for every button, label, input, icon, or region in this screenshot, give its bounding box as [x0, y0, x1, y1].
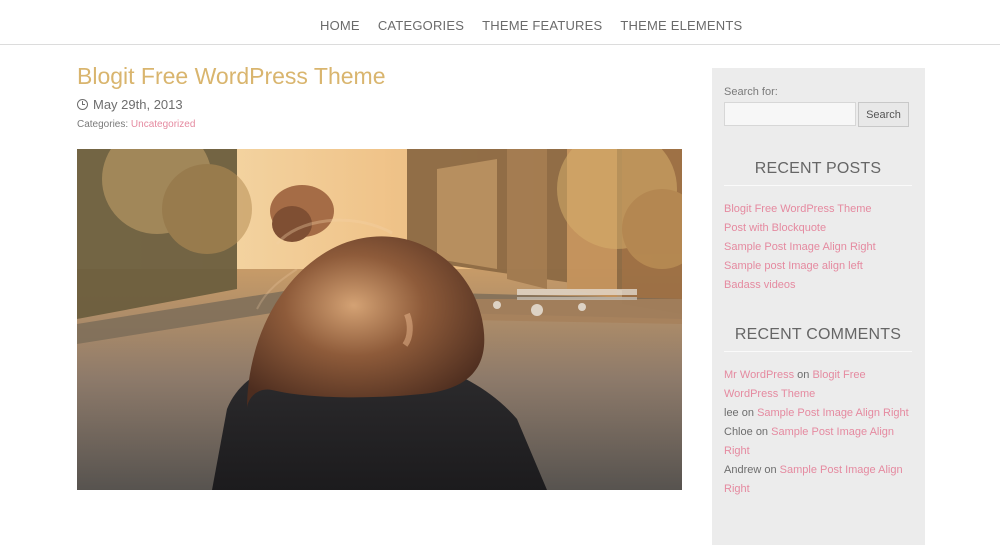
- recent-comment-item: Andrew on Sample Post Image Align Right: [724, 461, 914, 499]
- recent-comment-item: lee on Sample Post Image Align Right: [724, 404, 914, 423]
- post-date: May 29th, 2013: [77, 97, 183, 112]
- comment-author: Chloe: [724, 426, 753, 438]
- recent-comments-divider: [724, 351, 912, 352]
- post-title-link[interactable]: Blogit Free WordPress Theme: [77, 63, 386, 90]
- comment-author-link[interactable]: Mr WordPress: [724, 369, 794, 381]
- recent-comment-item: Mr WordPress on Blogit Free WordPress Th…: [724, 366, 914, 404]
- nav-item-home[interactable]: HOME: [320, 18, 360, 33]
- post-date-text: May 29th, 2013: [93, 97, 183, 112]
- search-label: Search for:: [724, 86, 778, 98]
- comment-author: lee: [724, 407, 739, 419]
- recent-posts-divider: [724, 185, 912, 186]
- sidebar: Search for: Search RECENT POSTS Blogit F…: [712, 68, 925, 545]
- featured-image-illustration: [77, 149, 682, 490]
- recent-comments-title: RECENT COMMENTS: [734, 326, 902, 343]
- recent-post-link[interactable]: Sample post Image align left: [724, 257, 876, 276]
- category-link-uncategorized[interactable]: Uncategorized: [131, 119, 195, 130]
- nav-item-theme-features[interactable]: THEME FEATURES: [482, 18, 602, 33]
- comment-on-text: on: [797, 369, 810, 381]
- categories-label: Categories:: [77, 119, 129, 130]
- recent-post-link[interactable]: Blogit Free WordPress Theme: [724, 200, 876, 219]
- post-categories: Categories: Uncategorized: [77, 119, 195, 130]
- comment-on-text: on: [741, 407, 754, 419]
- recent-post-link[interactable]: Badass videos: [724, 276, 876, 295]
- recent-post-link[interactable]: Sample Post Image Align Right: [724, 238, 876, 257]
- recent-post-link[interactable]: Post with Blockquote: [724, 219, 876, 238]
- search-button[interactable]: Search: [858, 102, 909, 127]
- nav-menu: HOME CATEGORIES THEME FEATURES THEME ELE…: [320, 18, 742, 33]
- nav-item-theme-elements[interactable]: THEME ELEMENTS: [620, 18, 742, 33]
- clock-icon: [77, 99, 88, 110]
- nav-item-categories[interactable]: CATEGORIES: [378, 18, 464, 33]
- recent-comments-list: Mr WordPress on Blogit Free WordPress Th…: [724, 366, 914, 499]
- recent-posts-list: Blogit Free WordPress Theme Post with Bl…: [724, 200, 876, 295]
- comment-post-link[interactable]: Sample Post Image Align Right: [757, 407, 909, 419]
- page-content: Blogit Free WordPress Theme May 29th, 20…: [0, 45, 1000, 545]
- recent-posts-title: RECENT POSTS: [754, 160, 882, 177]
- comment-on-text: on: [755, 426, 769, 438]
- search-input[interactable]: [724, 102, 856, 126]
- recent-comment-item: Chloe on Sample Post Image Align Right: [724, 423, 914, 461]
- comment-author: Andrew: [724, 464, 762, 476]
- main-nav: HOME CATEGORIES THEME FEATURES THEME ELE…: [0, 8, 1000, 45]
- featured-image[interactable]: [77, 149, 682, 490]
- comment-on-text: on: [764, 464, 777, 476]
